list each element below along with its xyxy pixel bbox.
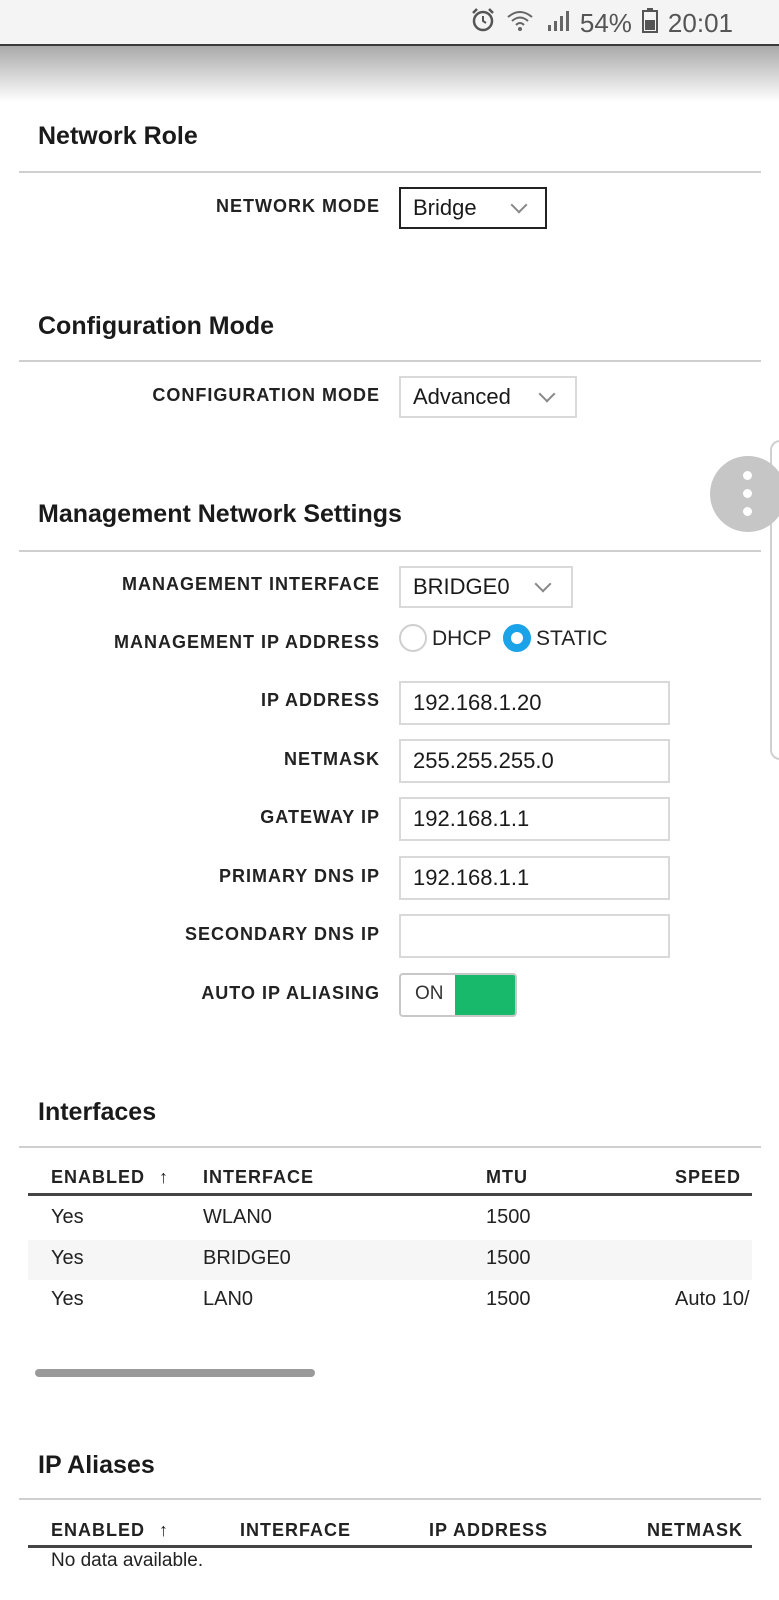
static-radio[interactable] bbox=[503, 624, 531, 652]
configuration-mode-value: Advanced bbox=[413, 384, 511, 409]
netmask-label: NETMASK bbox=[284, 749, 380, 769]
interfaces-title: Interfaces bbox=[38, 1098, 157, 1126]
primary-dns-value: 192.168.1.1 bbox=[413, 865, 530, 890]
table-cell: Yes bbox=[51, 1206, 84, 1228]
network-mode-select[interactable]: Bridge bbox=[399, 187, 547, 229]
static-radio-label: STATIC bbox=[536, 627, 608, 650]
divider bbox=[19, 550, 761, 552]
divider bbox=[19, 360, 761, 362]
table-cell: Yes bbox=[51, 1288, 84, 1310]
divider bbox=[19, 1146, 761, 1148]
column-header-mtu[interactable]: MTU bbox=[486, 1167, 528, 1188]
ip-address-input[interactable]: 192.168.1.20 bbox=[399, 681, 670, 725]
row-stripe bbox=[28, 1240, 752, 1280]
ip-address-value: 192.168.1.20 bbox=[413, 690, 542, 715]
table-cell: Yes bbox=[51, 1247, 84, 1269]
gateway-ip-input[interactable]: 192.168.1.1 bbox=[399, 797, 670, 841]
wifi-icon bbox=[506, 8, 534, 39]
configuration-mode-select[interactable]: Advanced bbox=[399, 376, 577, 418]
header-shadow bbox=[0, 46, 779, 102]
column-header-speed[interactable]: SPEED bbox=[675, 1167, 741, 1188]
table-header-underline bbox=[28, 1545, 752, 1548]
table-cell: Auto 10/ bbox=[675, 1288, 750, 1310]
column-header-ip-address[interactable]: IP ADDRESS bbox=[429, 1520, 548, 1541]
column-header-interface[interactable]: INTERFACE bbox=[240, 1520, 351, 1541]
battery-icon bbox=[641, 7, 658, 40]
table-cell: 1500 bbox=[486, 1247, 531, 1269]
chevron-down-icon bbox=[538, 385, 556, 403]
management-interface-label: MANAGEMENT INTERFACE bbox=[122, 574, 380, 594]
primary-dns-input[interactable]: 192.168.1.1 bbox=[399, 856, 670, 900]
chevron-down-icon bbox=[510, 196, 528, 214]
ip-address-label: IP ADDRESS bbox=[260, 690, 380, 710]
toggle-state-label: ON bbox=[415, 983, 444, 1004]
primary-dns-label: PRIMARY DNS IP bbox=[218, 866, 380, 886]
configuration-mode-label: CONFIGURATION MODE bbox=[152, 385, 380, 405]
management-interface-value: BRIDGE0 bbox=[413, 574, 510, 599]
network-role-title: Network Role bbox=[38, 122, 198, 150]
clock: 20:01 bbox=[667, 7, 733, 38]
table-cell: WLAN0 bbox=[203, 1206, 272, 1228]
dhcp-radio[interactable] bbox=[399, 624, 427, 652]
ip-aliases-title: IP Aliases bbox=[38, 1451, 155, 1479]
network-mode-value: Bridge bbox=[413, 195, 477, 220]
table-cell: BRIDGE0 bbox=[203, 1247, 291, 1269]
battery-percent: 54% bbox=[579, 7, 632, 38]
alarm-icon bbox=[470, 7, 496, 40]
table-cell: LAN0 bbox=[203, 1288, 254, 1310]
status-bar: 54% 20:01 bbox=[0, 0, 779, 46]
signal-icon bbox=[544, 7, 570, 40]
table-header-underline bbox=[28, 1193, 752, 1196]
network-mode-label: NETWORK MODE bbox=[216, 196, 380, 216]
chevron-down-icon bbox=[534, 575, 552, 593]
empty-table-message: No data available. bbox=[51, 1550, 204, 1571]
sort-ascending-icon: ↑ bbox=[159, 1167, 170, 1187]
gateway-ip-label: GATEWAY IP bbox=[260, 807, 380, 827]
configuration-mode-title: Configuration Mode bbox=[38, 312, 275, 340]
table-cell: 1500 bbox=[486, 1288, 531, 1310]
netmask-value: 255.255.255.0 bbox=[413, 748, 554, 773]
gateway-ip-value: 192.168.1.1 bbox=[413, 806, 530, 831]
management-settings-title: Management Network Settings bbox=[38, 500, 402, 528]
auto-ip-aliasing-toggle[interactable]: ON bbox=[399, 973, 517, 1017]
secondary-dns-input[interactable] bbox=[399, 914, 670, 958]
toggle-knob bbox=[455, 975, 515, 1015]
column-header-netmask[interactable]: NETMASK bbox=[647, 1520, 743, 1541]
secondary-dns-label: SECONDARY DNS IP bbox=[184, 924, 380, 944]
auto-ip-aliasing-label: AUTO IP ALIASING bbox=[201, 983, 380, 1003]
table-cell: 1500 bbox=[486, 1206, 531, 1228]
netmask-input[interactable]: 255.255.255.0 bbox=[399, 739, 670, 783]
more-options-button[interactable] bbox=[710, 456, 779, 532]
horizontal-scrollbar[interactable] bbox=[35, 1369, 315, 1377]
divider bbox=[19, 171, 761, 173]
management-interface-select[interactable]: BRIDGE0 bbox=[399, 566, 573, 608]
divider bbox=[19, 1498, 761, 1500]
management-ip-mode-label: MANAGEMENT IP ADDRESS bbox=[113, 632, 380, 652]
dhcp-radio-label: DHCP bbox=[432, 627, 492, 650]
sort-ascending-icon: ↑ bbox=[159, 1520, 170, 1540]
column-header-interface[interactable]: INTERFACE bbox=[203, 1167, 314, 1188]
column-header-enabled[interactable]: ENABLED ↑ bbox=[51, 1167, 169, 1188]
column-header-enabled[interactable]: ENABLED ↑ bbox=[51, 1520, 169, 1541]
